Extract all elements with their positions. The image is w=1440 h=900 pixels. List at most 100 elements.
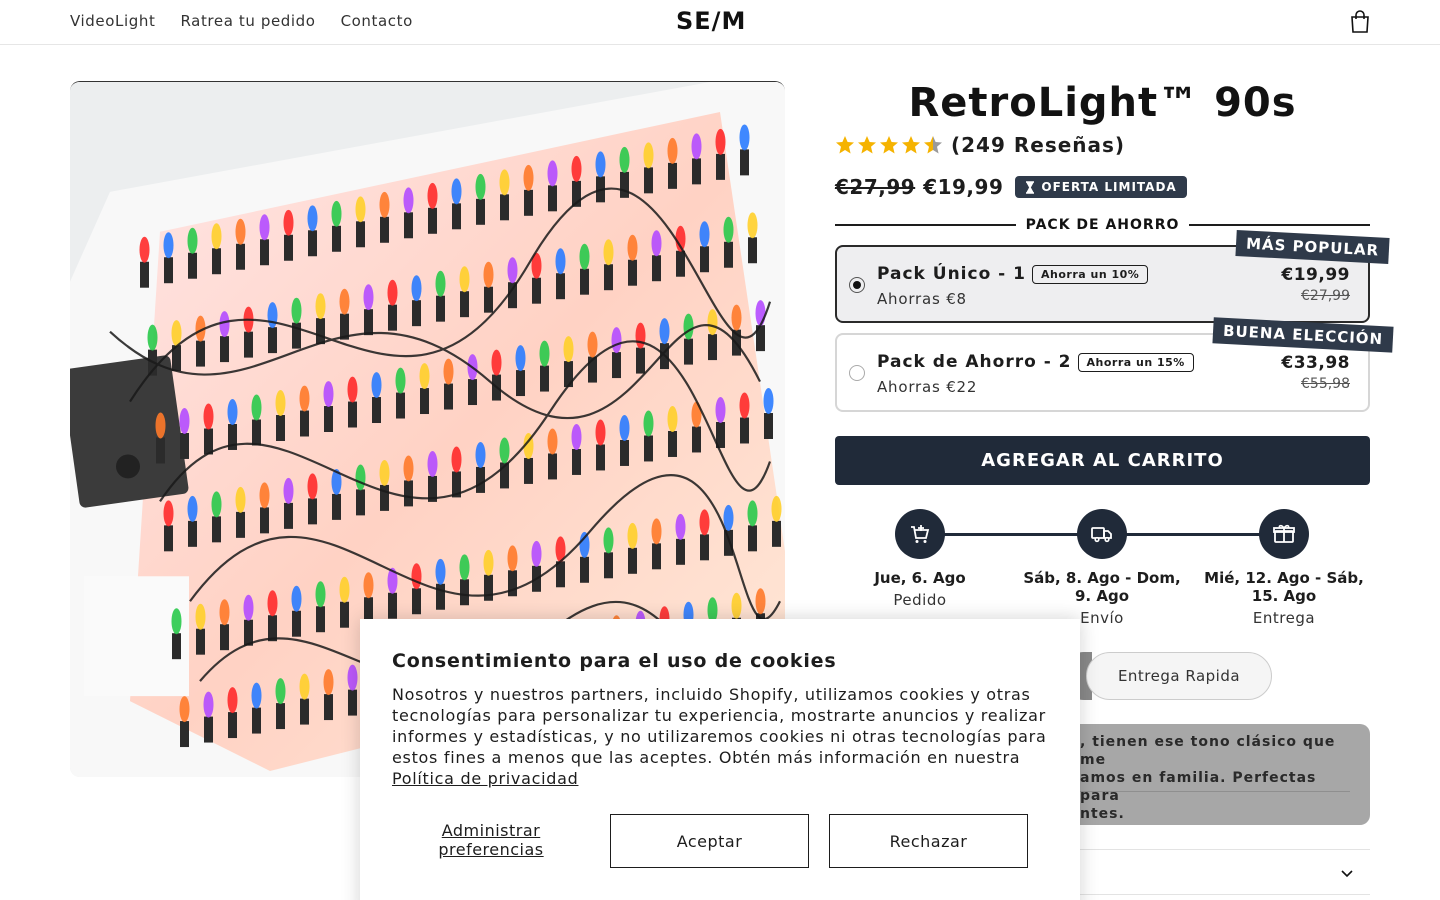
privacy-policy-link[interactable]: Política de privacidad — [392, 769, 578, 788]
bulb-socket — [484, 286, 493, 313]
bulb — [187, 495, 198, 522]
review-line: amos en familia. Perfectas para — [1080, 770, 1317, 804]
bulb-socket — [572, 448, 581, 475]
bulb — [427, 182, 438, 209]
bulb — [227, 399, 238, 426]
bulb-socket — [212, 516, 221, 543]
bulb — [627, 522, 638, 549]
bulb-socket — [380, 216, 389, 243]
bulb-socket — [300, 698, 309, 725]
bulb — [651, 518, 662, 545]
bulb-socket — [436, 583, 445, 610]
bulb — [603, 239, 614, 266]
cookie-title: Consentimiento para el uso de cookies — [392, 650, 837, 672]
bulb — [675, 513, 686, 540]
bulb — [339, 576, 350, 603]
accordion-item[interactable] — [1080, 849, 1370, 895]
gift-icon — [1273, 524, 1295, 543]
bulb — [459, 554, 470, 581]
bulb-socket — [580, 268, 589, 295]
bulb-socket — [604, 552, 613, 579]
bulb-socket — [676, 250, 685, 277]
bulb — [323, 381, 334, 408]
timeline-step-order — [895, 509, 945, 559]
bulb-socket — [396, 392, 405, 419]
bulb-socket — [300, 410, 309, 437]
bulb-socket — [316, 318, 325, 345]
nav-link-contact[interactable]: Contacto — [341, 12, 413, 30]
brand-logo[interactable]: SE/M — [676, 7, 746, 35]
bulb-socket — [620, 171, 629, 198]
bulb-socket — [268, 327, 277, 354]
bulb-socket — [764, 413, 773, 439]
bulb — [459, 266, 470, 293]
bulb — [243, 594, 254, 621]
bulb-socket — [332, 225, 341, 252]
bulb — [595, 419, 606, 446]
bulb — [443, 358, 454, 385]
bulb-socket — [316, 606, 325, 633]
bulb — [475, 441, 486, 468]
bulb — [283, 209, 294, 236]
manage-preferences-link[interactable]: Administrar preferencias — [392, 821, 590, 859]
bulb-socket — [356, 221, 365, 248]
bulb-socket — [580, 556, 589, 583]
offer-badge-label: OFERTA LIMITADA — [1041, 180, 1177, 194]
review-count[interactable]: (249 Reseñas) — [951, 133, 1125, 157]
bulb — [259, 214, 270, 241]
step-date: Jue, 6. Ago — [874, 569, 966, 587]
pack-radio[interactable] — [849, 365, 865, 381]
bulb-socket — [220, 336, 229, 363]
add-to-cart-button[interactable]: AGREGAR AL CARRITO — [835, 436, 1370, 485]
delivery-option-fast[interactable]: Entrega Rapida — [1086, 652, 1272, 700]
bulb-socket — [748, 237, 757, 264]
bulb-socket — [172, 633, 181, 660]
step-date: Sáb, 8. Ago - Dom, 9. Ago — [1023, 569, 1181, 605]
bulb-socket — [196, 628, 205, 655]
bulb-socket — [324, 406, 333, 432]
bulb — [371, 372, 382, 399]
bulb-socket — [724, 529, 733, 556]
pack-savings: Ahorras €8 — [877, 290, 967, 308]
pack-heading-label: PACK DE AHORRO — [1025, 217, 1180, 233]
bulb — [755, 588, 766, 615]
bulb — [699, 221, 710, 248]
accept-cookies-button[interactable]: Aceptar — [610, 814, 809, 868]
review-card: , tienen ese tono clásico que me amos en… — [1080, 724, 1370, 825]
bulb — [539, 340, 550, 367]
bulb — [619, 415, 630, 441]
pack-title-label: Pack Único - 1 — [877, 264, 1026, 284]
site-header: VideoLight Ratrea tu pedido Contacto SE/… — [0, 0, 1440, 45]
hourglass-icon — [1026, 180, 1035, 194]
bulb — [435, 558, 446, 585]
bulb — [715, 128, 726, 155]
bulb — [331, 200, 342, 227]
bulb — [699, 509, 710, 536]
shopping-bag-icon[interactable] — [1349, 10, 1371, 34]
bulb — [251, 682, 262, 709]
bulb — [483, 261, 494, 288]
bulb — [187, 227, 198, 254]
bulb — [155, 412, 166, 439]
reject-cookies-button[interactable]: Rechazar — [829, 814, 1028, 868]
bulb — [283, 477, 294, 504]
bulb-socket — [340, 601, 349, 628]
bulb — [667, 137, 678, 164]
bulb-socket — [164, 257, 173, 284]
bulb — [515, 345, 526, 372]
nav-link-track-order[interactable]: Ratrea tu pedido — [180, 12, 315, 30]
pack-radio[interactable] — [849, 277, 865, 293]
bulb — [691, 401, 702, 428]
bulb-socket — [380, 484, 389, 511]
bulb — [571, 155, 582, 182]
product-rating[interactable]: (249 Reseñas) — [835, 133, 1125, 157]
review-line: ntes. — [1080, 806, 1125, 822]
bulb-socket — [668, 162, 677, 189]
chevron-down-icon[interactable] — [1340, 866, 1354, 880]
half-star-icon — [924, 136, 942, 154]
nav-link-videolight[interactable]: VideoLight — [70, 12, 155, 30]
bulb — [299, 673, 310, 700]
bulb — [667, 406, 678, 432]
bulb-socket — [404, 480, 413, 507]
bulb — [291, 585, 302, 612]
